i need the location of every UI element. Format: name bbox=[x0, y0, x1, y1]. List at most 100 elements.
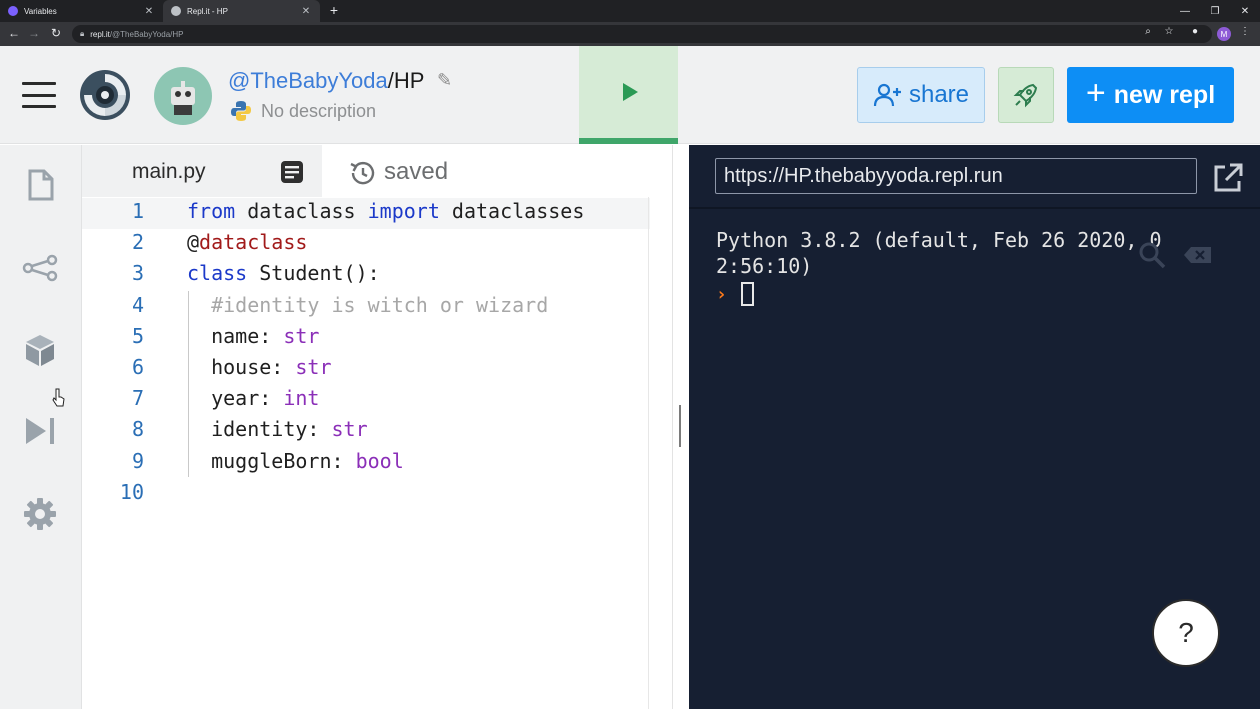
run-button[interactable] bbox=[579, 46, 678, 144]
code-token: name: bbox=[187, 323, 284, 348]
browser-tab-variables[interactable]: Variables ✕ bbox=[0, 0, 163, 22]
plus-icon: + bbox=[1085, 73, 1106, 112]
console-pane: https://HP.thebabyyoda.repl.run Python 3… bbox=[689, 145, 1260, 709]
editor-tab-bar: main.py saved bbox=[82, 145, 672, 197]
history-tab[interactable]: saved bbox=[322, 145, 672, 197]
bookmark-star-icon[interactable]: ☆ bbox=[1162, 26, 1176, 37]
forward-icon[interactable]: → bbox=[26, 26, 42, 40]
repl-description[interactable]: No description bbox=[261, 101, 376, 122]
debugger-icon[interactable] bbox=[22, 413, 58, 449]
share-label: share bbox=[908, 81, 970, 108]
code-token: bool bbox=[355, 448, 404, 473]
line-number: 5 bbox=[131, 323, 144, 348]
code-line[interactable]: house: str bbox=[187, 355, 331, 379]
mouse-pointer-icon bbox=[52, 388, 65, 407]
browser-menu-icon[interactable]: ⋮ bbox=[1240, 26, 1250, 37]
code-token: year: bbox=[187, 386, 284, 411]
tab-close-icon[interactable]: ✕ bbox=[143, 6, 155, 17]
edit-pencil-icon[interactable]: ✎ bbox=[437, 70, 459, 92]
code-line[interactable]: name: str bbox=[187, 324, 319, 348]
prompt-arrow-icon: › bbox=[716, 283, 727, 305]
code-line[interactable]: @dataclass bbox=[187, 230, 307, 254]
menu-icon[interactable] bbox=[22, 82, 56, 108]
search-icon[interactable] bbox=[1137, 240, 1167, 270]
code-editor[interactable]: 1 2 3 4 5 6 7 8 9 10 from dataclass import datacl… bbox=[82, 197, 672, 709]
url-path: /@TheBabyYoda/HP bbox=[109, 29, 184, 39]
tab-favicon-icon bbox=[171, 6, 181, 16]
line-number: 1 bbox=[131, 199, 144, 223]
extension-icon[interactable]: ● bbox=[1188, 26, 1202, 37]
browser-tab-bar: Variables ✕ Repl.it - HP ✕ + — ❐ ✕ bbox=[0, 0, 1260, 22]
profile-avatar[interactable]: M bbox=[1217, 27, 1231, 41]
code-line[interactable]: identity: str bbox=[187, 417, 368, 441]
console-prompt[interactable]: › bbox=[716, 280, 754, 308]
editor-scrollbar[interactable] bbox=[648, 197, 649, 709]
console-cursor bbox=[740, 282, 754, 306]
history-icon bbox=[350, 161, 375, 185]
lock-icon: 🔒︎ bbox=[80, 29, 85, 38]
files-icon[interactable] bbox=[22, 167, 58, 203]
repl-title: @TheBabyYoda/HP bbox=[228, 68, 424, 94]
line-number: 8 bbox=[131, 417, 144, 442]
new-repl-button[interactable]: + new repl bbox=[1067, 67, 1234, 123]
code-token: import bbox=[367, 199, 440, 223]
code-token: dataclasses bbox=[439, 199, 585, 223]
code-token: @ bbox=[187, 230, 200, 255]
line-number: 2 bbox=[131, 230, 144, 255]
save-status: saved bbox=[384, 158, 449, 185]
version-control-icon[interactable] bbox=[22, 250, 58, 286]
deploy-button[interactable] bbox=[998, 67, 1054, 123]
line-number: 9 bbox=[131, 448, 144, 473]
python-logo-icon bbox=[231, 101, 251, 121]
code-token: Student(): bbox=[247, 261, 380, 286]
code-token: #identity is witch or wizard bbox=[187, 292, 549, 317]
user-avatar[interactable] bbox=[154, 67, 212, 125]
zoom-icon[interactable]: ⌕ bbox=[1141, 26, 1155, 37]
add-user-icon bbox=[873, 83, 901, 107]
code-token: dataclass bbox=[235, 199, 368, 223]
code-token: class bbox=[187, 261, 248, 286]
pane-resize-handle[interactable] bbox=[679, 405, 681, 447]
repl-owner-link[interactable]: @TheBabyYoda bbox=[228, 68, 388, 93]
code-token: int bbox=[283, 386, 320, 411]
repl-header: @TheBabyYoda/HP ✎ No description share +… bbox=[0, 46, 1260, 144]
tab-close-icon[interactable]: ✕ bbox=[300, 6, 312, 17]
new-tab-button[interactable]: + bbox=[326, 2, 342, 18]
line-number: 6 bbox=[131, 355, 144, 379]
code-line[interactable]: muggleBorn: bool bbox=[187, 449, 404, 473]
code-token: identity: bbox=[187, 417, 332, 442]
code-line[interactable]: year: int bbox=[187, 386, 319, 410]
tab-label: Repl.it - HP bbox=[187, 6, 228, 16]
rocket-icon bbox=[1013, 83, 1038, 108]
minimize-button[interactable]: — bbox=[1170, 0, 1200, 22]
tab-main-py[interactable]: main.py bbox=[82, 145, 322, 197]
share-button[interactable]: share bbox=[857, 67, 985, 123]
code-token: house: bbox=[187, 355, 296, 379]
window-close-button[interactable]: ✕ bbox=[1230, 0, 1260, 22]
help-button[interactable]: ? bbox=[1152, 599, 1220, 667]
back-icon[interactable]: ← bbox=[6, 26, 22, 40]
play-icon bbox=[623, 83, 638, 101]
packages-icon[interactable] bbox=[22, 332, 58, 368]
replit-logo-icon[interactable] bbox=[78, 68, 132, 122]
open-in-new-tab-icon[interactable] bbox=[1211, 161, 1245, 195]
clear-console-icon[interactable] bbox=[1183, 245, 1213, 265]
code-line[interactable]: class Student(): bbox=[187, 261, 380, 285]
code-line[interactable]: #identity is witch or wizard bbox=[187, 293, 548, 317]
settings-icon[interactable] bbox=[22, 496, 58, 532]
url-bar[interactable]: 🔒︎ repl.it/@TheBabyYoda/HP bbox=[72, 25, 1212, 43]
code-token: str bbox=[331, 417, 368, 442]
tab-favicon-icon bbox=[8, 6, 18, 16]
code-token: dataclass bbox=[199, 230, 308, 255]
reload-icon[interactable]: ↻ bbox=[48, 26, 64, 40]
repl-url-field[interactable]: https://HP.thebabyyoda.repl.run bbox=[715, 158, 1197, 194]
browser-tab-replit[interactable]: Repl.it - HP ✕ bbox=[163, 0, 320, 22]
repl-name[interactable]: HP bbox=[394, 68, 425, 93]
code-line[interactable]: from dataclass import dataclasses bbox=[187, 199, 584, 223]
format-icon[interactable] bbox=[280, 160, 304, 184]
line-number: 4 bbox=[131, 292, 144, 317]
console-separator bbox=[689, 207, 1260, 209]
code-token: str bbox=[283, 323, 320, 348]
restore-button[interactable]: ❐ bbox=[1200, 0, 1230, 22]
line-number: 7 bbox=[131, 386, 144, 411]
